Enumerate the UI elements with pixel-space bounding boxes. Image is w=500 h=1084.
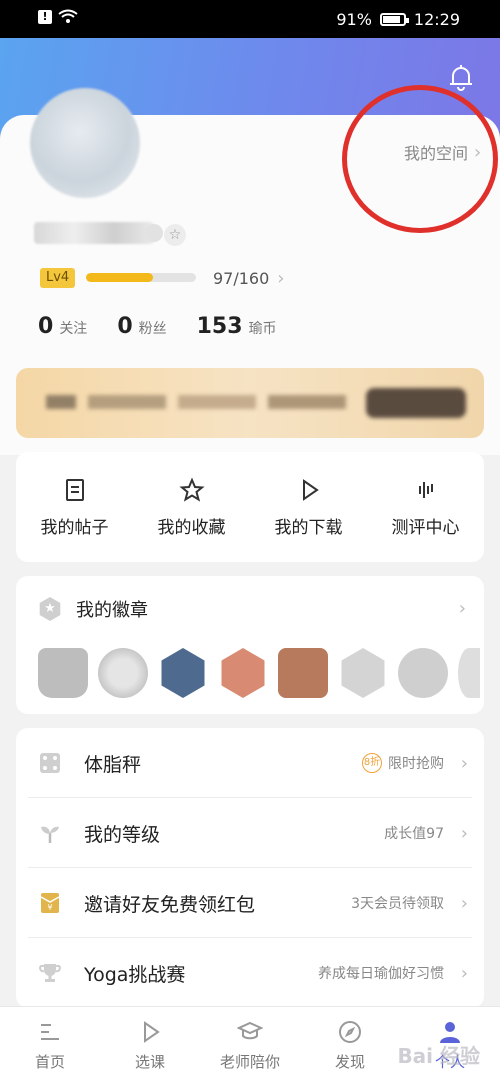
- chevron-right-icon: ›: [277, 268, 285, 289]
- menu-item-invite-friends[interactable]: ¥ 邀请好友免费领红包 3天会员待领取 ›: [16, 868, 484, 938]
- badge-item[interactable]: [341, 648, 385, 698]
- menu-extra-text: 3天会员待领取: [351, 896, 444, 912]
- badge-item[interactable]: [398, 648, 448, 698]
- menu-item-yoga-challenge[interactable]: Yoga挑战赛 养成每日瑜伽好习惯 ›: [16, 938, 484, 1008]
- badge-item[interactable]: [38, 648, 88, 698]
- menu-list: 体脂秤 8折 限时抢购 › 我的等级 成长值97 › ¥ 邀请好友免费领红包 3…: [16, 728, 484, 1008]
- badge-row: [38, 648, 480, 698]
- menu-item-body-fat-scale[interactable]: 体脂秤 8折 限时抢购 ›: [16, 728, 484, 798]
- action-assessment-center[interactable]: 测评中心: [371, 477, 481, 538]
- sprout-icon: [41, 826, 59, 843]
- level-badge: Lv4: [40, 268, 76, 288]
- red-envelope-icon: ¥: [40, 893, 60, 913]
- menu-extra-text: 成长值97: [384, 826, 444, 842]
- username-blurred: [34, 222, 154, 244]
- stat-label: 瑜币: [248, 321, 277, 337]
- menu-extra: 8折 限时抢购: [362, 753, 444, 773]
- stat-value: 153: [196, 314, 243, 339]
- level-progress-fill: [86, 273, 153, 282]
- wifi-icon: [58, 9, 78, 23]
- clock: 12:29: [413, 10, 460, 29]
- quick-actions: 我的帖子 我的收藏 我的下载 测评中心: [16, 452, 484, 562]
- badge-item[interactable]: [458, 648, 480, 698]
- menu-extra-text: 养成每日瑜伽好习惯: [318, 966, 444, 982]
- menu-label: 我的等级: [84, 823, 161, 846]
- tab-label: 老师陪你: [219, 1053, 280, 1071]
- stat-fans[interactable]: 0 粉丝: [117, 314, 166, 339]
- dice-icon: [40, 753, 60, 773]
- stat-value: 0: [117, 314, 133, 339]
- badge-item[interactable]: [278, 648, 328, 698]
- action-label: 我的收藏: [157, 517, 226, 538]
- menu-label: Yoga挑战赛: [84, 963, 186, 986]
- badges-title: 我的徽章: [76, 600, 148, 621]
- action-my-favorites[interactable]: 我的收藏: [137, 476, 247, 538]
- level-progress-bar: [86, 273, 196, 282]
- stat-value: 0: [38, 314, 54, 339]
- action-label: 我的帖子: [40, 517, 109, 538]
- discount-icon: 8折: [362, 753, 382, 773]
- badge-item[interactable]: [161, 648, 205, 698]
- action-my-posts[interactable]: 我的帖子: [20, 477, 130, 538]
- trophy-icon: [39, 964, 61, 982]
- stat-coins[interactable]: 153 瑜币: [197, 314, 277, 339]
- menu-item-my-level[interactable]: 我的等级 成长值97 ›: [16, 798, 484, 868]
- stat-label: 关注: [59, 321, 88, 337]
- bars-icon: [418, 481, 433, 498]
- tab-teacher[interactable]: 老师陪你: [200, 1007, 300, 1084]
- play-icon: [144, 1021, 160, 1043]
- battery-percent: 91%: [336, 10, 372, 29]
- vip-banner-text-blurred: [46, 395, 346, 409]
- action-label: 测评中心: [391, 517, 460, 538]
- badge-item[interactable]: [221, 648, 265, 698]
- play-icon: [302, 478, 319, 501]
- bell-icon[interactable]: [446, 62, 476, 92]
- tab-label: 首页: [34, 1053, 65, 1071]
- chevron-right-icon: ›: [460, 892, 468, 914]
- gender-icon: [145, 224, 163, 242]
- menu-extra: 养成每日瑜伽好习惯: [318, 963, 444, 983]
- badge-hex-icon: ★: [39, 597, 61, 621]
- svg-text:¥: ¥: [47, 903, 52, 912]
- annotation-circle: [342, 85, 498, 233]
- level-progress-text: 97/160: [213, 269, 270, 288]
- battery-icon: [379, 13, 409, 26]
- badges-card[interactable]: ★ 我的徽章 ›: [16, 576, 484, 714]
- chevron-right-icon: ›: [460, 822, 468, 844]
- graduation-cap-icon: [237, 1021, 263, 1040]
- tab-label: 选课: [134, 1053, 165, 1071]
- tab-discover[interactable]: 发现: [300, 1007, 400, 1084]
- chevron-right-icon: ›: [458, 598, 466, 619]
- menu-extra: 3天会员待领取: [351, 893, 444, 913]
- watermark: Bai 经验: [397, 1044, 480, 1068]
- avatar[interactable]: [30, 88, 140, 198]
- tab-home[interactable]: 首页: [0, 1007, 100, 1084]
- vip-banner[interactable]: [16, 368, 484, 438]
- menu-label: 体脂秤: [84, 753, 142, 776]
- action-label: 我的下载: [274, 517, 343, 538]
- document-icon: [65, 478, 84, 501]
- level-progress[interactable]: 97/160 ›: [213, 268, 285, 289]
- menu-label: 邀请好友免费领红包: [84, 893, 256, 916]
- chevron-right-icon: ›: [460, 752, 468, 774]
- notification-icon: !: [38, 10, 52, 24]
- compass-icon: [339, 1021, 361, 1043]
- stats-row: 0 关注 0 粉丝 153 瑜币: [38, 314, 277, 339]
- status-bar: ! 91% 12:29: [0, 0, 500, 38]
- menu-extra: 成长值97: [384, 823, 444, 843]
- star-icon[interactable]: ☆: [164, 224, 186, 246]
- menu-extra-text: 限时抢购: [388, 756, 444, 772]
- star-icon: [178, 476, 205, 502]
- tab-courses[interactable]: 选课: [100, 1007, 200, 1084]
- tab-label: 发现: [334, 1053, 365, 1071]
- home-icon: [41, 1024, 59, 1040]
- chevron-right-icon: ›: [460, 962, 468, 984]
- vip-banner-button-blurred[interactable]: [366, 388, 466, 418]
- stat-following[interactable]: 0 关注: [38, 314, 87, 339]
- action-my-downloads[interactable]: 我的下载: [254, 477, 364, 538]
- badge-item[interactable]: [98, 648, 148, 698]
- stat-label: 粉丝: [138, 321, 167, 337]
